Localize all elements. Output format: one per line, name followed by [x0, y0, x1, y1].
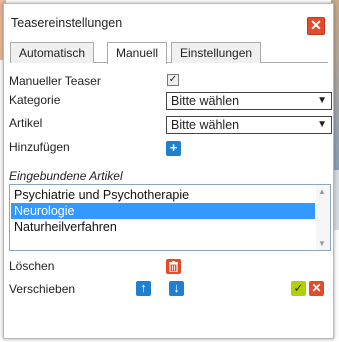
list-item[interactable]: Psychiatrie und Psychotherapie [11, 187, 315, 203]
plus-icon: + [169, 140, 178, 155]
scroll-up-icon[interactable]: ▲ [318, 187, 326, 196]
embedded-articles-list[interactable]: Psychiatrie und Psychotherapie Neurologi… [9, 184, 331, 251]
move-up-button[interactable]: ↑ [136, 281, 151, 296]
arrow-down-icon: ↓ [173, 280, 180, 295]
category-select[interactable]: Bitte wählen ▼ [166, 92, 332, 110]
dialog-title: Teasereinstellungen [11, 16, 123, 30]
article-select-value: Bitte wählen [171, 118, 240, 132]
tab-einstellungen[interactable]: Einstellungen [171, 42, 262, 63]
trash-icon [169, 261, 178, 272]
cross-icon: ✕ [311, 281, 322, 295]
list-item-selected[interactable]: Neurologie [11, 203, 315, 219]
list-item[interactable]: Naturheilverfahren [11, 219, 315, 235]
checkmark-icon: ✓ [168, 74, 178, 85]
close-button[interactable]: ✕ [307, 17, 325, 35]
confirm-button[interactable]: ✓ [291, 281, 306, 296]
dialog-titlebar: Teasereinstellungen ✕ [4, 4, 333, 38]
arrow-up-icon: ↑ [140, 280, 147, 295]
add-label: Hinzufügen [9, 140, 70, 154]
category-select-value: Bitte wählen [171, 94, 240, 108]
chevron-down-icon: ▼ [317, 95, 327, 106]
move-label: Verschieben [9, 282, 76, 296]
article-select[interactable]: Bitte wählen ▼ [166, 116, 332, 134]
list-scrollbar[interactable]: ▲ ▼ [316, 185, 330, 250]
teaser-settings-dialog: Teasereinstellungen ✕ Automatisch Manuel… [3, 3, 334, 339]
close-icon: ✕ [310, 17, 322, 33]
manual-teaser-checkbox[interactable]: ✓ [167, 74, 179, 86]
tab-automatisch[interactable]: Automatisch [10, 42, 95, 63]
delete-button[interactable] [166, 259, 181, 274]
check-icon: ✓ [293, 281, 304, 295]
category-label: Kategorie [9, 93, 61, 107]
chevron-down-icon: ▼ [317, 119, 327, 130]
cancel-button[interactable]: ✕ [309, 281, 324, 296]
tab-bar: Automatisch Manuell Einstellungen [10, 41, 328, 64]
scroll-down-icon[interactable]: ▼ [318, 239, 326, 248]
move-down-button[interactable]: ↓ [169, 281, 184, 296]
embedded-articles-title: Eingebundene Artikel [9, 169, 123, 183]
delete-label: Löschen [9, 259, 55, 273]
add-button[interactable]: + [166, 141, 181, 156]
article-label: Artikel [9, 116, 43, 130]
tab-manuell[interactable]: Manuell [107, 42, 168, 64]
manual-teaser-label: Manueller Teaser [9, 74, 101, 88]
